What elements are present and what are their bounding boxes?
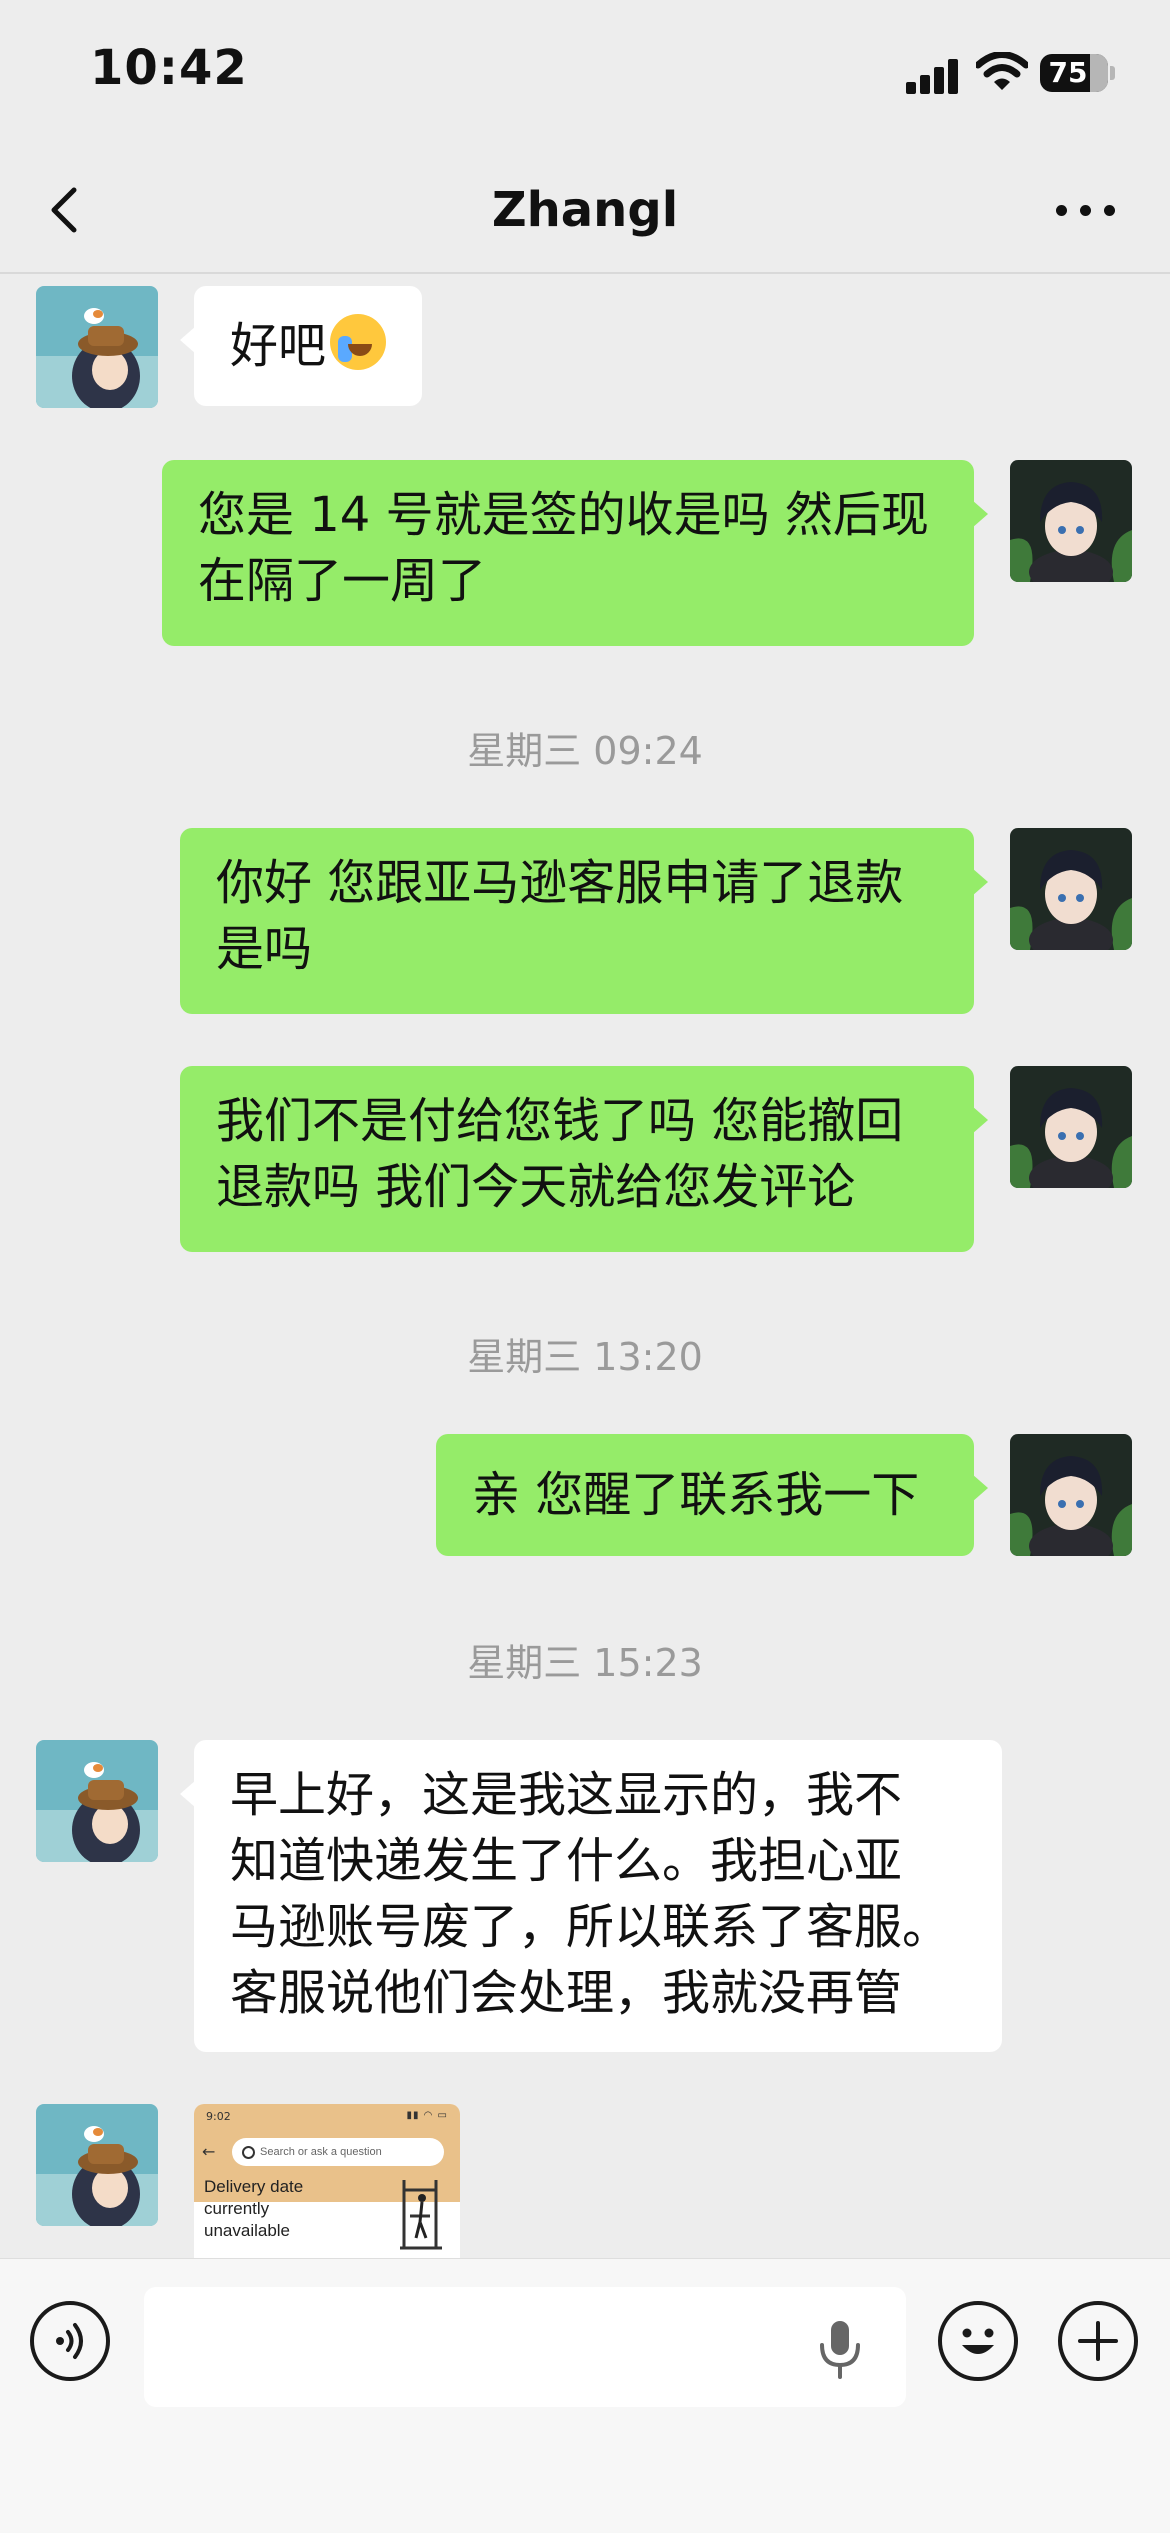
message-line: 早上好，这是我这显示的，我不 bbox=[230, 1767, 903, 1823]
my-avatar[interactable] bbox=[1010, 460, 1132, 582]
message-line: 退款吗 我们今天就给您发评论 bbox=[216, 1159, 856, 1215]
voice-input-button[interactable] bbox=[30, 2301, 110, 2381]
status-time: 10:42 bbox=[90, 40, 248, 96]
screenshot-search-bar: Search or ask a question bbox=[232, 2138, 444, 2166]
message-line: 知道快递发生了什么。我担心亚 bbox=[230, 1833, 903, 1889]
message-bubble[interactable]: 您是 14 号就是签的收是吗 然后现 在隔了一周了 bbox=[162, 460, 988, 646]
delivery-line: Delivery date bbox=[204, 2177, 304, 2196]
message-bubble[interactable]: 你好 您跟亚马逊客服申请了退款 是吗 bbox=[180, 828, 988, 1014]
message-list[interactable]: 好吧 您是 14 号就是签的收是吗 然后现 在隔了一周了 星期三 09:24 你… bbox=[0, 274, 1170, 2258]
more-actions-button[interactable] bbox=[1058, 2301, 1138, 2381]
emoji-button[interactable] bbox=[938, 2301, 1018, 2381]
message-timestamp: 星期三 13:20 bbox=[467, 1335, 703, 1379]
voice-wave-icon bbox=[56, 2323, 83, 2359]
delivery-line: currently bbox=[204, 2199, 270, 2218]
message-timestamp: 星期三 09:24 bbox=[467, 729, 703, 773]
message-line: 客服说他们会处理，我就没再管 bbox=[230, 1965, 903, 2021]
battery-icon: 75 bbox=[1040, 54, 1108, 92]
plus-icon bbox=[1078, 2321, 1118, 2361]
chat-header: Zhangl bbox=[0, 150, 1170, 274]
battery-level: 75 bbox=[1048, 56, 1088, 89]
battery-tip bbox=[1110, 66, 1115, 80]
contact-avatar[interactable] bbox=[36, 2104, 158, 2226]
smiley-icon bbox=[962, 2328, 994, 2354]
message-input[interactable] bbox=[144, 2287, 906, 2407]
message-line: 我们不是付给您钱了吗 您能撤回 bbox=[216, 1093, 904, 1149]
my-avatar[interactable] bbox=[1010, 1066, 1132, 1188]
message-bubble[interactable]: 好吧 bbox=[179, 286, 423, 406]
contact-avatar[interactable] bbox=[36, 286, 158, 408]
screenshot-time: 9:02 bbox=[206, 2110, 231, 2123]
screenshot-delivery-text: Delivery date currently unavailable bbox=[204, 2176, 354, 2242]
message-line: 你好 您跟亚马逊客服申请了退款 bbox=[216, 855, 904, 911]
crying-face-emoji-icon bbox=[330, 314, 387, 370]
image-message[interactable]: 9:02 ▮▮ ◠ ▭ ← Search or ask a question D… bbox=[194, 2104, 460, 2258]
message-timestamp: 星期三 15:23 bbox=[467, 1641, 703, 1685]
status-bar: 10:42 75 bbox=[0, 0, 1170, 150]
message-line: 在隔了一周了 bbox=[198, 553, 487, 609]
screenshot-status-icons: ▮▮ ◠ ▭ bbox=[406, 2110, 448, 2121]
chat-title: Zhangl bbox=[491, 182, 679, 238]
my-avatar[interactable] bbox=[1010, 1434, 1132, 1556]
screenshot-back-icon: ← bbox=[202, 2142, 216, 2161]
input-bar bbox=[0, 2258, 1170, 2533]
more-options-button[interactable] bbox=[1040, 174, 1130, 244]
message-line: 马逊账号废了，所以联系了客服。 bbox=[230, 1899, 951, 1955]
cellular-signal-icon bbox=[906, 58, 960, 94]
delivery-line: unavailable bbox=[204, 2221, 291, 2240]
message-line: 是吗 bbox=[216, 921, 313, 977]
message-text: 好吧 bbox=[230, 318, 327, 374]
contact-avatar[interactable] bbox=[36, 1740, 158, 1862]
wifi-icon bbox=[976, 52, 1028, 90]
message-line: 亲 您醒了联系我一下 bbox=[472, 1467, 920, 1523]
message-line: 您是 14 号就是签的收是吗 然后现 bbox=[198, 487, 929, 543]
message-bubble[interactable]: 我们不是付给您钱了吗 您能撤回 退款吗 我们今天就给您发评论 bbox=[180, 1066, 988, 1252]
product-image-icon bbox=[400, 2180, 442, 2250]
my-avatar[interactable] bbox=[1010, 828, 1132, 950]
message-bubble[interactable]: 亲 您醒了联系我一下 bbox=[436, 1434, 988, 1556]
message-bubble[interactable]: 早上好，这是我这显示的，我不 知道快递发生了什么。我担心亚 马逊账号废了，所以联… bbox=[180, 1740, 1002, 2052]
microphone-icon[interactable] bbox=[812, 2319, 868, 2379]
